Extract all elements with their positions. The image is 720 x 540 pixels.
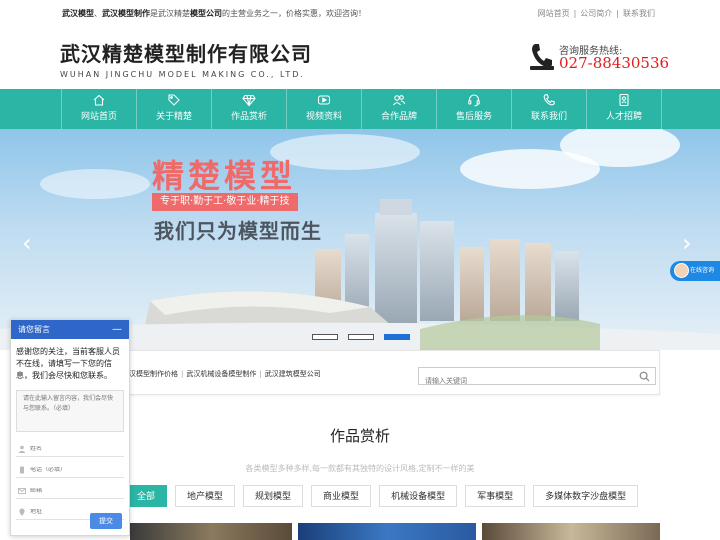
email-field <box>16 483 124 499</box>
avatar <box>674 263 689 278</box>
document-icon <box>619 93 629 107</box>
company-logo[interactable]: 武汉精楚模型制作有限公司 WUHAN JINGCHU MODEL MAKING … <box>60 38 312 79</box>
name-input[interactable] <box>30 445 120 452</box>
users-icon <box>393 95 406 106</box>
top-link-contact[interactable]: 联系我们 <box>623 9 655 18</box>
nav-item-about[interactable]: 关于精楚 <box>137 89 212 129</box>
minimize-icon[interactable]: — <box>112 320 122 339</box>
company-name-cn: 武汉精楚模型制作有限公司 <box>60 42 312 66</box>
telephone-icon <box>530 44 554 70</box>
banner-slogan-main: 精楚模型 <box>152 157 297 195</box>
banner-dot-1[interactable] <box>312 334 338 340</box>
hot-keywords: 汉模型制作价格 | 武汉机械设备模型制作 | 武汉建筑模型公司 <box>129 370 321 378</box>
headset-icon <box>468 94 480 107</box>
phone-input[interactable] <box>30 466 120 473</box>
tab-machinery[interactable]: 机械设备模型 <box>379 485 458 507</box>
tab-planning[interactable]: 规划模型 <box>243 485 304 507</box>
intro-keyword-2: 武汉模型制作 <box>102 9 150 18</box>
keyword-link-3[interactable]: 武汉建筑模型公司 <box>265 370 321 378</box>
nav-item-works[interactable]: 作品赏析 <box>212 89 287 129</box>
work-thumbnail[interactable] <box>298 523 476 540</box>
hero-banner: 精楚模型 专于职·勤于工·敬于业·精于技 我们只为模型而生 ‹ › <box>0 129 720 350</box>
location-icon <box>19 508 25 516</box>
banner-dot-2[interactable] <box>348 334 374 340</box>
video-icon <box>317 95 331 105</box>
nav-item-jobs[interactable]: 人才招聘 <box>587 89 662 129</box>
search-icon[interactable] <box>639 371 650 382</box>
banner-slogan-sub: 我们只为模型而生 <box>154 219 322 243</box>
tab-all[interactable]: 全部 <box>125 485 168 507</box>
hotline-number: 027-88430536 <box>559 54 670 72</box>
nav-item-service[interactable]: 售后服务 <box>437 89 512 129</box>
phone-icon <box>20 466 24 473</box>
intro-keyword-3: 模型公司 <box>190 9 222 18</box>
top-links: 网站首页 | 公司简介 | 联系我们 <box>537 9 655 18</box>
work-thumbnail[interactable] <box>130 523 292 540</box>
diamond-icon <box>242 94 256 107</box>
top-link-home[interactable]: 网站首页 <box>538 9 570 18</box>
keyword-link-2[interactable]: 武汉机械设备模型制作 <box>186 370 256 378</box>
works-gallery <box>130 523 660 540</box>
intro-text-1: 是武汉精楚 <box>150 9 190 18</box>
main-nav: 网站首页 关于精楚 作品赏析 视频资料 合作品牌 售后服务 联系我们 人才招聘 <box>0 89 720 129</box>
phone-field <box>16 462 124 478</box>
email-icon <box>18 487 26 494</box>
user-icon <box>18 445 26 453</box>
tab-digital-sandbox[interactable]: 多媒体数字沙盘模型 <box>533 485 639 507</box>
email-input[interactable] <box>30 487 120 494</box>
nav-item-contact[interactable]: 联系我们 <box>512 89 587 129</box>
banner-prev-arrow[interactable]: ‹ <box>22 229 32 257</box>
phone-icon <box>543 94 555 106</box>
intro-text-2: 的主营业务之一，价格实惠，欢迎咨询！ <box>222 9 366 18</box>
banner-dot-3[interactable] <box>384 334 410 340</box>
banner-pagination <box>312 334 410 340</box>
chat-header: 请您留言 — <box>11 320 129 339</box>
home-icon <box>93 94 105 106</box>
banner-next-arrow[interactable]: › <box>682 229 692 257</box>
leave-message-widget: 请您留言 — 感谢您的关注，当前客服人员不在线，请填写一下您的信息，我们会尽快和… <box>10 319 130 536</box>
search-input[interactable] <box>419 373 634 390</box>
nav-item-video[interactable]: 视频资料 <box>287 89 362 129</box>
top-link-about[interactable]: 公司简介 <box>580 9 612 18</box>
work-thumbnail[interactable] <box>482 523 660 540</box>
tab-military[interactable]: 军事模型 <box>465 485 526 507</box>
search-box <box>418 367 656 390</box>
keyword-link-1[interactable]: 汉模型制作价格 <box>129 370 178 378</box>
top-bar: 武汉模型、武汉模型制作是武汉精楚模型公司的主营业务之一，价格实惠，欢迎咨询！ 网… <box>0 0 720 24</box>
online-consult-tab[interactable]: 在线咨询 <box>670 261 720 281</box>
name-field <box>16 441 124 457</box>
tab-real-estate[interactable]: 地产模型 <box>175 485 236 507</box>
banner-slogan-tagline: 专于职·勤于工·敬于业·精于技 <box>152 193 298 211</box>
message-textarea[interactable] <box>16 390 124 432</box>
chat-notice: 感谢您的关注，当前客服人员不在线，请填写一下您的信息，我们会尽快和您联系。 <box>16 347 120 380</box>
nav-item-partners[interactable]: 合作品牌 <box>362 89 437 129</box>
intro-separator: 、 <box>94 9 102 18</box>
category-tabs: 全部 地产模型 规划模型 商业模型 机械设备模型 军事模型 多媒体数字沙盘模型 <box>125 485 639 507</box>
intro-keyword-1: 武汉模型 <box>62 9 94 18</box>
city-skyline-image <box>0 199 720 350</box>
site-intro: 武汉模型、武汉模型制作是武汉精楚模型公司的主营业务之一，价格实惠，欢迎咨询！ <box>62 8 366 19</box>
submit-button[interactable]: 提交 <box>90 513 122 529</box>
company-name-en: WUHAN JINGCHU MODEL MAKING CO., LTD. <box>60 70 305 79</box>
nav-item-home[interactable]: 网站首页 <box>62 89 137 129</box>
tab-commercial[interactable]: 商业模型 <box>311 485 372 507</box>
keywords-bar: 汉模型制作价格 | 武汉机械设备模型制作 | 武汉建筑模型公司 <box>62 350 660 395</box>
tag-icon <box>168 94 180 106</box>
